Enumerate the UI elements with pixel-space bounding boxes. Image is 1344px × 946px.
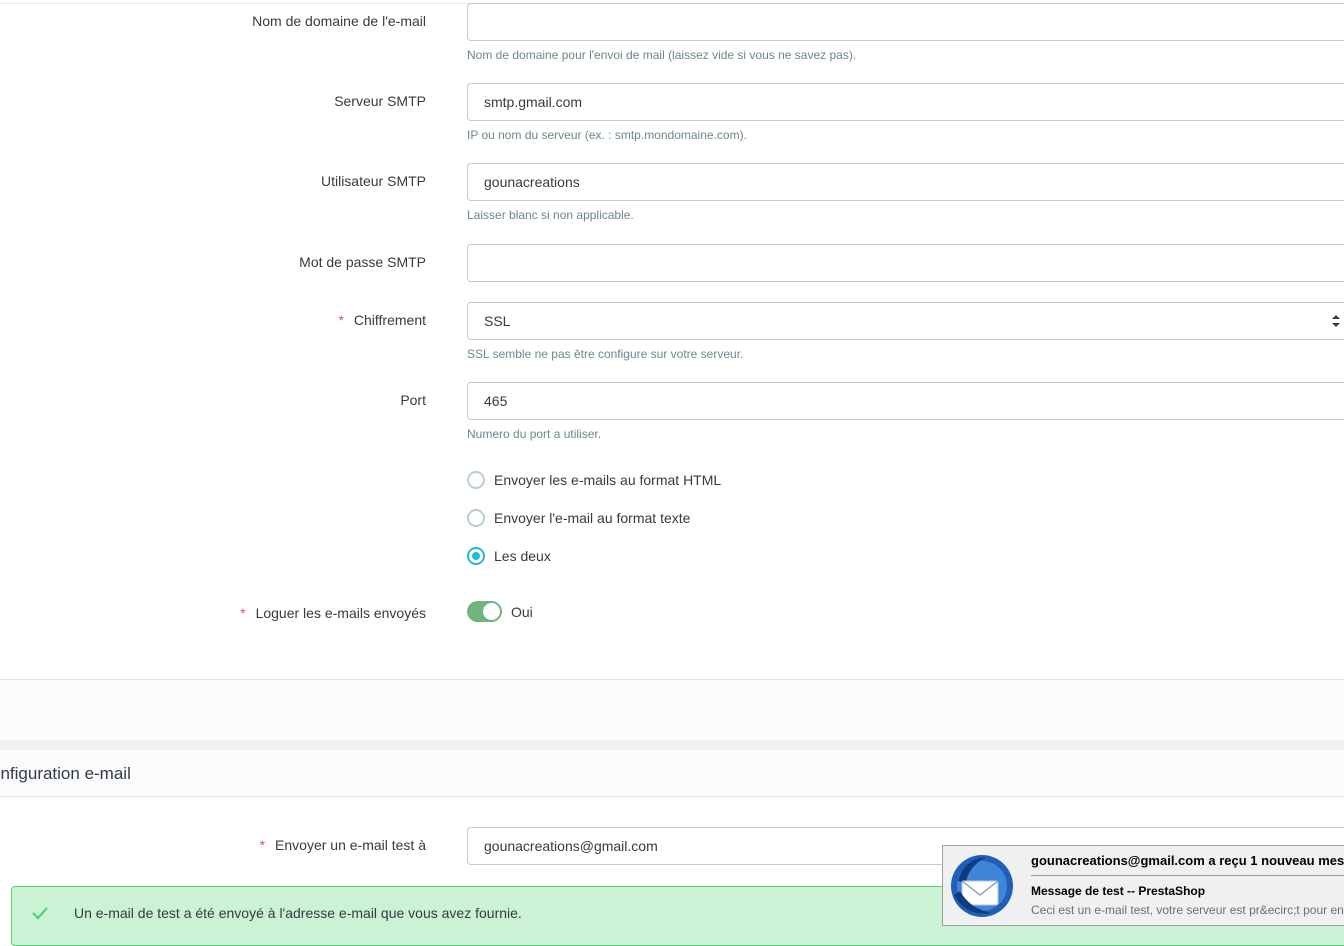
port-help: Numero du port a utiliser. (467, 427, 602, 441)
smtp-password-input[interactable] (467, 244, 1344, 282)
send-test-label: * Envoyer un e-mail test à (260, 837, 426, 853)
smtp-server-input[interactable]: smtp.gmail.com (467, 83, 1344, 121)
smtp-password-label: Mot de passe SMTP (299, 254, 426, 270)
notification-title: gounacreations@gmail.com a reçu 1 nouvea… (1031, 853, 1344, 868)
log-emails-label-text: Loguer les e-mails envoyés (255, 605, 426, 621)
new-mail-notification[interactable]: gounacreations@gmail.com a reçu 1 nouvea… (942, 845, 1344, 926)
log-emails-label: * Loguer les e-mails envoyés (240, 605, 426, 621)
email-domain-help: Nom de domaine pour l'envoi de mail (lai… (467, 48, 857, 62)
smtp-server-help: IP ou nom du serveur (ex. : smtp.mondoma… (467, 128, 747, 142)
encryption-label: * Chiffrement (338, 312, 426, 328)
radio-unchecked-icon[interactable] (467, 471, 485, 489)
format-both-label: Les deux (494, 548, 551, 564)
smtp-server-label: Serveur SMTP (334, 93, 426, 109)
encryption-label-text: Chiffrement (353, 312, 426, 328)
required-mark: * (259, 837, 266, 853)
smtp-user-help: Laisser blanc si non applicable. (467, 208, 634, 222)
format-text-option[interactable]: Envoyer l'e-mail au format texte (467, 507, 690, 529)
email-domain-input[interactable] (467, 3, 1344, 41)
smtp-user-label: Utilisateur SMTP (320, 173, 426, 189)
format-text-label: Envoyer l'e-mail au format texte (494, 510, 691, 526)
radio-unchecked-icon[interactable] (467, 509, 485, 527)
notification-icon-area (943, 846, 1019, 925)
panel-footer (0, 679, 1344, 740)
encryption-help: SSL semble ne pas être configure sur vot… (467, 347, 744, 361)
port-label: Port (400, 392, 426, 408)
smtp-user-input[interactable]: gounacreations (467, 163, 1344, 201)
notification-divider (1031, 875, 1344, 876)
notification-subject: Message de test -- PrestaShop (1031, 884, 1206, 898)
toggle-knob (483, 603, 500, 620)
send-test-label-text: Envoyer un e-mail test à (275, 837, 426, 853)
select-arrows-icon (1332, 315, 1340, 327)
encryption-select[interactable]: SSL (467, 302, 1344, 340)
required-mark: * (338, 312, 344, 328)
radio-checked-icon[interactable] (467, 547, 485, 565)
test-panel-header: onfiguration e-mail (0, 750, 1344, 797)
log-emails-state: Oui (511, 604, 533, 620)
format-both-option[interactable]: Les deux (467, 545, 551, 567)
email-domain-label: Nom de domaine de l'e-mail (252, 13, 426, 29)
check-icon (32, 907, 48, 920)
thunderbird-icon (951, 855, 1013, 917)
notification-preview: Ceci est un e-mail test, votre serveur e… (1031, 903, 1344, 917)
success-message: Un e-mail de test a été envoyé à l'adres… (74, 905, 522, 921)
port-input[interactable]: 465 (467, 382, 1344, 420)
required-mark: * (240, 605, 246, 621)
format-html-option[interactable]: Envoyer les e-mails au format HTML (467, 469, 721, 491)
format-html-label: Envoyer les e-mails au format HTML (494, 472, 722, 488)
log-emails-toggle[interactable] (467, 601, 502, 622)
section-separator (0, 740, 1344, 750)
panel-title: onfiguration e-mail (0, 764, 131, 783)
